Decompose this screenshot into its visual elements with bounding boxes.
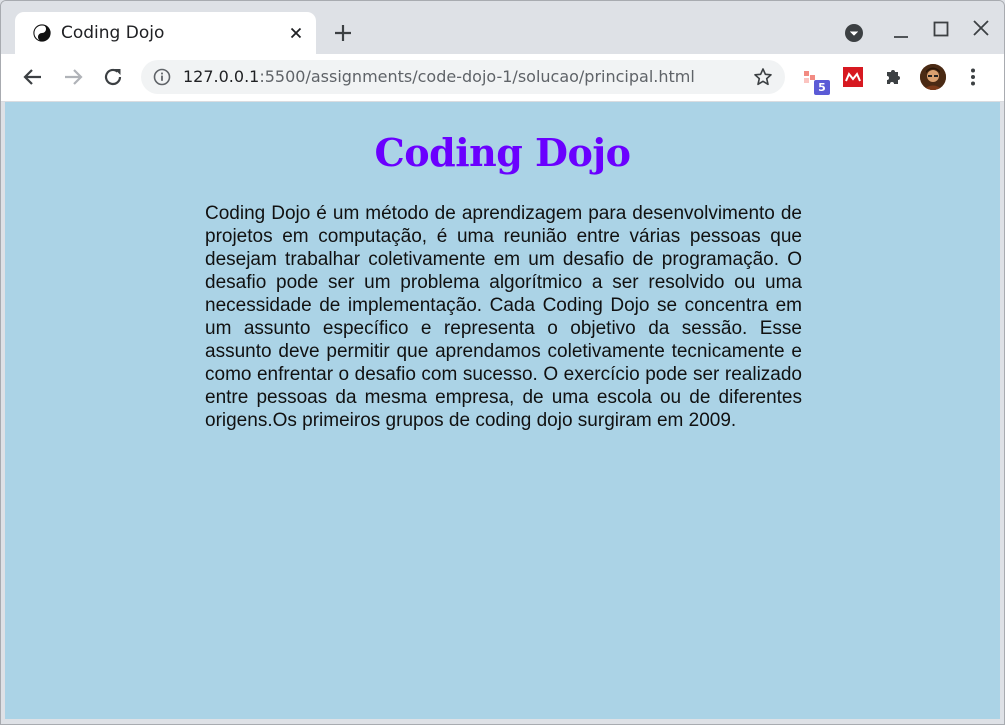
bookmark-star-icon[interactable]	[753, 67, 773, 87]
page-paragraph: Coding Dojo é um método de aprendizagem …	[205, 203, 802, 431]
minimize-icon[interactable]	[891, 23, 911, 43]
profile-photo-icon	[920, 64, 946, 90]
page-title: Coding Dojo	[374, 130, 631, 175]
menu-kebab-icon[interactable]	[962, 66, 984, 88]
reload-icon[interactable]	[102, 66, 124, 88]
extension-badge: 5	[814, 80, 830, 95]
yin-yang-icon	[33, 24, 51, 42]
browser-toolbar: 127.0.0.1:5500/assignments/code-dojo-1/s…	[1, 54, 1004, 102]
close-window-icon[interactable]	[971, 18, 991, 38]
new-tab-icon[interactable]	[332, 22, 354, 44]
browser-window: Coding Dojo 127.0.0.1:5500/assignments/c…	[0, 0, 1005, 725]
page-viewport: Coding Dojo Coding Dojo é um método de a…	[5, 102, 1000, 719]
address-bar[interactable]: 127.0.0.1:5500/assignments/code-dojo-1/s…	[141, 60, 785, 94]
maximize-icon[interactable]	[931, 19, 951, 39]
back-arrow-icon[interactable]	[22, 66, 44, 88]
close-tab-icon[interactable]	[287, 24, 305, 42]
tab-coding-dojo[interactable]: Coding Dojo	[15, 12, 316, 54]
puzzle-extensions-icon[interactable]	[882, 66, 904, 88]
tab-title: Coding Dojo	[61, 23, 165, 43]
tab-strip: Coding Dojo	[1, 1, 1004, 54]
forward-arrow-icon[interactable]	[62, 66, 84, 88]
url-text[interactable]: 127.0.0.1:5500/assignments/code-dojo-1/s…	[183, 67, 695, 86]
profile-avatar[interactable]	[920, 64, 946, 90]
mendeley-icon[interactable]	[842, 66, 864, 88]
info-icon[interactable]	[153, 68, 171, 86]
tab-search-icon[interactable]	[844, 23, 864, 43]
